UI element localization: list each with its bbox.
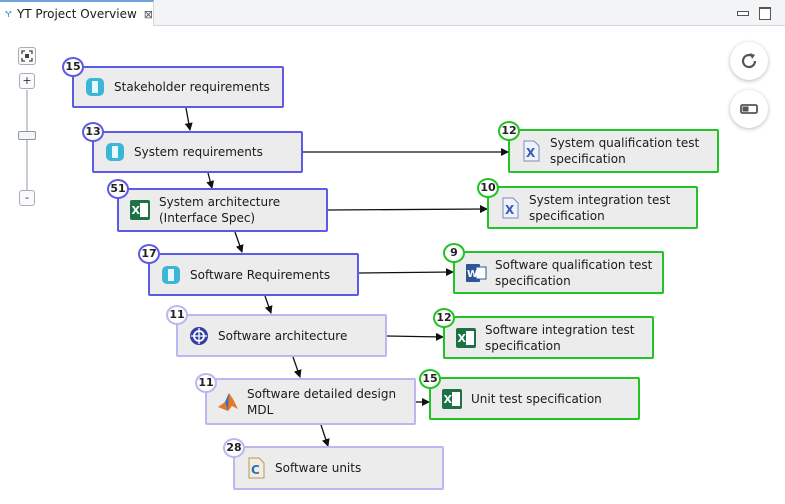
node-label: Software detailed design MDL xyxy=(247,386,397,417)
svg-text:X: X xyxy=(444,393,453,406)
excel-icon: X xyxy=(130,200,150,220)
node-label: System qualification test specification xyxy=(550,136,700,166)
node-unit-test-spec[interactable]: X Unit test specification xyxy=(429,377,640,420)
count-badge: 11 xyxy=(195,373,217,393)
node-label: Stakeholder requirements xyxy=(114,80,270,94)
count-badge: 9 xyxy=(443,243,465,263)
maximize-button[interactable] xyxy=(758,6,771,20)
node-system-integration-test-spec[interactable]: X System integration test specification xyxy=(487,186,698,229)
toggle-icon xyxy=(740,104,758,114)
minimize-button[interactable] xyxy=(736,6,749,18)
zoom-slider-track[interactable] xyxy=(26,90,28,190)
node-stakeholder-requirements[interactable]: Stakeholder requirements xyxy=(72,66,284,108)
node-software-qualification-test-spec[interactable]: W Software qualification test specificat… xyxy=(453,251,664,294)
fit-to-screen-button[interactable] xyxy=(18,47,36,65)
test-spec-icon: X xyxy=(523,140,540,162)
close-icon[interactable]: ⊠ xyxy=(144,8,153,21)
requirements-doc-icon xyxy=(106,143,124,161)
svg-text:C: C xyxy=(251,463,260,477)
excel-icon: X xyxy=(456,327,476,348)
node-label: Software qualification test specificatio… xyxy=(495,257,653,288)
node-label: Unit test specification xyxy=(471,391,602,406)
zoom-in-button[interactable]: + xyxy=(19,73,35,89)
node-label: System architecture (Interface Spec) xyxy=(159,195,281,225)
zoom-slider-thumb[interactable] xyxy=(18,130,36,140)
node-label: System integration test specification xyxy=(529,192,671,223)
node-label: System requirements xyxy=(134,145,263,159)
svg-text:X: X xyxy=(505,203,515,217)
svg-text:W: W xyxy=(467,269,478,280)
count-badge: 12 xyxy=(498,121,520,141)
yt-app-icon xyxy=(5,10,12,18)
refresh-button[interactable] xyxy=(730,42,768,80)
node-label: Software units xyxy=(275,461,362,475)
tab-title: YT Project Overview xyxy=(16,7,137,21)
count-badge: 15 xyxy=(419,369,441,389)
node-software-architecture[interactable]: Software architecture xyxy=(176,314,387,357)
svg-text:X: X xyxy=(526,146,536,160)
fit-screen-icon xyxy=(21,50,33,62)
test-spec-icon: X xyxy=(502,197,519,218)
c-source-icon: C xyxy=(248,457,265,479)
node-software-units[interactable]: C Software units xyxy=(233,446,444,490)
refresh-icon xyxy=(741,53,757,69)
word-icon: W xyxy=(466,263,487,282)
count-badge: 51 xyxy=(107,179,129,199)
node-software-integration-test-spec[interactable]: X Software integration test specificatio… xyxy=(443,316,654,359)
node-software-requirements[interactable]: Software Requirements xyxy=(148,253,359,296)
node-label: Software Requirements xyxy=(190,267,331,282)
node-label: Software integration test specification xyxy=(485,322,635,353)
count-badge: 10 xyxy=(477,178,499,198)
node-system-requirements[interactable]: System requirements xyxy=(92,131,303,173)
svg-text:X: X xyxy=(132,204,141,217)
node-system-architecture[interactable]: X System architecture (Interface Spec) xyxy=(117,188,328,232)
count-badge: 28 xyxy=(223,438,245,458)
editor-tab-bar: YT Project Overview ⊠ xyxy=(0,0,785,26)
node-software-detailed-design[interactable]: Software detailed design MDL xyxy=(205,378,416,425)
tab-yt-project-overview[interactable]: YT Project Overview ⊠ xyxy=(0,0,154,26)
svg-text:X: X xyxy=(458,332,467,345)
count-badge: 17 xyxy=(138,244,160,264)
zoom-out-button[interactable]: - xyxy=(19,190,35,206)
count-badge: 15 xyxy=(62,57,84,77)
count-badge: 11 xyxy=(166,305,188,325)
requirements-doc-icon xyxy=(86,78,104,96)
count-badge: 13 xyxy=(82,122,104,142)
node-system-qualification-test-spec[interactable]: X System qualification test specificatio… xyxy=(508,129,719,173)
excel-icon: X xyxy=(442,388,462,409)
requirements-doc-icon xyxy=(162,265,180,284)
toggle-view-button[interactable] xyxy=(730,90,768,128)
count-badge: 12 xyxy=(433,308,455,328)
architecture-model-icon xyxy=(190,326,208,345)
matlab-icon xyxy=(218,392,238,411)
node-label: Software architecture xyxy=(218,328,348,343)
